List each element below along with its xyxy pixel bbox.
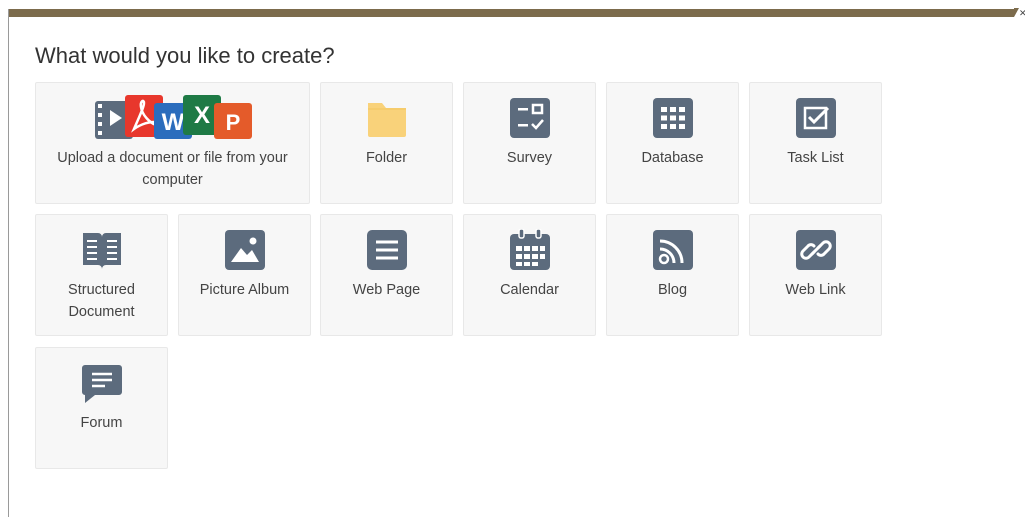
tile-label: Calendar <box>500 282 559 298</box>
tile-web-page[interactable]: Web Page <box>320 214 453 336</box>
tile-blog[interactable]: Blog <box>606 214 739 336</box>
word-letter: W <box>162 109 185 136</box>
calendar-icon <box>509 229 550 270</box>
powerpoint-letter: P <box>226 110 241 135</box>
tile-database[interactable]: Database <box>606 82 739 204</box>
page-lines-icon <box>366 230 407 270</box>
tile-picture-album[interactable]: Picture Album <box>178 214 311 336</box>
tile-web-link[interactable]: Web Link <box>749 214 882 336</box>
close-icon[interactable]: ✕ <box>1019 8 1025 19</box>
tile-label: Forum <box>80 415 123 431</box>
file-types-icon: W X P <box>95 95 252 139</box>
database-grid-icon <box>652 98 693 138</box>
tile-label: Structured Document <box>68 282 135 320</box>
tile-label: Blog <box>657 282 688 298</box>
excel-letter: X <box>194 102 210 129</box>
book-icon <box>82 233 121 269</box>
rss-icon <box>652 230 693 270</box>
tile-folder[interactable]: Folder <box>320 82 453 204</box>
link-icon <box>795 230 836 270</box>
tile-label: Task List <box>787 150 844 166</box>
tile-label: Web Page <box>352 282 421 298</box>
tile-task-list[interactable]: Task List <box>749 82 882 204</box>
tile-label: Picture Album <box>199 282 290 298</box>
survey-icon <box>509 98 550 138</box>
window-top-bar <box>9 9 1014 17</box>
tile-label: Folder <box>365 150 408 166</box>
tile-survey[interactable]: Survey <box>463 82 596 204</box>
picture-icon <box>224 230 265 270</box>
tile-calendar[interactable]: Calendar <box>463 214 596 336</box>
tile-label: Survey <box>506 150 553 166</box>
checkbox-icon <box>795 98 836 138</box>
tile-structured-document[interactable]: Structured Document <box>35 214 168 336</box>
tile-label: Upload a document or file from your comp… <box>57 150 288 188</box>
tile-label: Database <box>641 150 704 166</box>
dialog-title: What would you like to create? <box>35 43 335 68</box>
folder-icon <box>367 103 406 137</box>
chat-icon <box>81 365 122 403</box>
tile-label: Web Link <box>785 282 846 298</box>
tile-upload[interactable]: W X P Upload a document or file from you… <box>35 82 310 204</box>
tile-forum[interactable]: Forum <box>35 347 168 469</box>
